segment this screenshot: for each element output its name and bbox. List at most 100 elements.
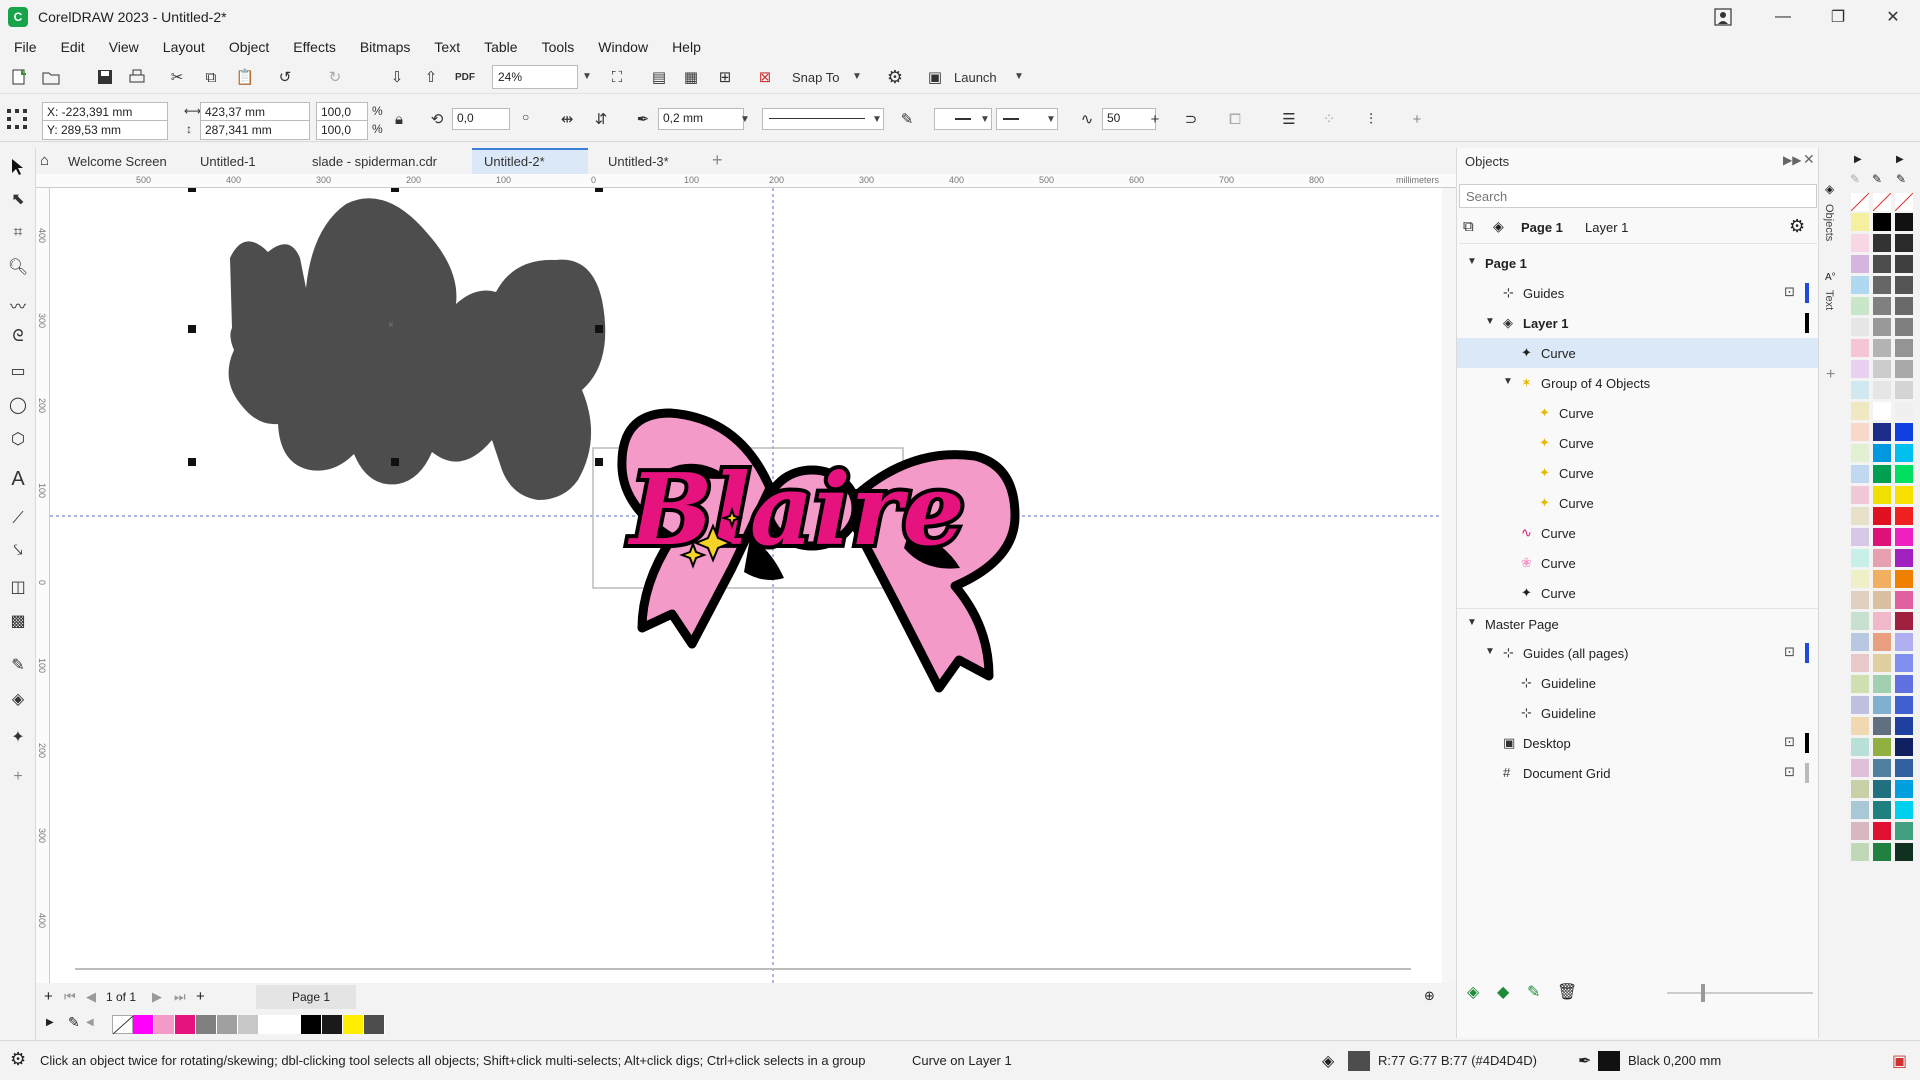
new-layer-icon[interactable]: ◈ <box>1467 982 1479 1002</box>
outline-width-chevron-down-icon[interactable]: ▼ <box>740 114 750 125</box>
expand-chevron-icon[interactable]: ▼ <box>1467 256 1477 267</box>
palette-color-swatch[interactable] <box>1894 212 1914 232</box>
expand-chevron-icon[interactable]: ▼ <box>1485 316 1495 327</box>
palette-color-swatch[interactable] <box>1850 401 1870 421</box>
menu-object[interactable]: Object <box>229 39 269 55</box>
palette-eyedropper-icon[interactable]: ✎ <box>1872 172 1882 186</box>
open-folder-icon[interactable] <box>38 64 64 90</box>
artistic-media-tool-icon[interactable]: ᘓ <box>5 324 31 350</box>
palette-color-swatch[interactable] <box>1850 695 1870 715</box>
palette-color-swatch[interactable] <box>1894 233 1914 253</box>
menu-bitmaps[interactable]: Bitmaps <box>360 39 411 55</box>
interactive-fill-tool-icon[interactable]: ◈ <box>5 686 31 712</box>
next-page-icon[interactable]: ▶ <box>152 989 162 1005</box>
export-icon[interactable]: ⇧ <box>418 64 444 90</box>
palette-color-swatch[interactable] <box>1894 611 1914 631</box>
palette-color-swatch[interactable] <box>1894 275 1914 295</box>
options-gear-icon[interactable]: ⚙ <box>882 64 908 90</box>
palette-color-swatch[interactable] <box>1894 569 1914 589</box>
palette-color-swatch[interactable] <box>1850 800 1870 820</box>
page-tab[interactable]: Page 1 <box>256 985 356 1009</box>
document-color-swatch[interactable] <box>343 1015 364 1034</box>
smoothing-plus-icon[interactable]: + <box>1142 106 1168 132</box>
publish-pdf-icon[interactable]: PDF <box>452 64 478 90</box>
document-color-swatch[interactable] <box>322 1015 343 1034</box>
print-icon[interactable] <box>124 64 150 90</box>
palette-color-swatch[interactable] <box>1894 821 1914 841</box>
parallel-dimension-tool-icon[interactable]: ⟋ <box>5 506 31 532</box>
tree-item-document-grid[interactable]: # Document Grid ⊡ <box>1457 758 1819 788</box>
pick-tool-icon[interactable] <box>5 154 31 180</box>
palette-color-swatch[interactable] <box>1872 275 1892 295</box>
minimize-button[interactable]: — <box>1760 4 1806 30</box>
add-page-before-icon[interactable]: + <box>44 988 53 1005</box>
palette-color-swatch[interactable] <box>1850 674 1870 694</box>
wrap-text-icon[interactable]: ☰ <box>1276 106 1302 132</box>
end-arrowhead-chevron-down-icon[interactable]: ▼ <box>1046 114 1056 125</box>
import-icon[interactable]: ⇩ <box>384 64 410 90</box>
object-origin-icon[interactable] <box>4 106 30 132</box>
palette-color-swatch[interactable] <box>1894 464 1914 484</box>
palette-color-swatch[interactable] <box>1850 233 1870 253</box>
palette-color-swatch[interactable] <box>1872 758 1892 778</box>
palette-color-swatch[interactable] <box>1872 233 1892 253</box>
copy-icon[interactable]: ⧉ <box>198 64 224 90</box>
new-tab-plus-icon[interactable]: + <box>712 150 723 171</box>
eyedropper-tool-icon[interactable]: ✎ <box>5 652 31 678</box>
thumbnail-size-handle[interactable] <box>1701 984 1705 1002</box>
palette-color-swatch[interactable] <box>1894 296 1914 316</box>
add-docker-icon[interactable]: + <box>1826 366 1835 384</box>
status-settings-gear-icon[interactable]: ⚙ <box>10 1049 26 1070</box>
palette-arrow-icon[interactable]: ▶ <box>1854 154 1862 165</box>
palette-color-swatch[interactable] <box>1872 485 1892 505</box>
thumbnail-size-slider[interactable] <box>1667 992 1813 994</box>
document-color-swatch[interactable] <box>217 1015 238 1034</box>
tab-slade-spiderman[interactable]: slade - spiderman.cdr <box>300 148 449 174</box>
no-color-swatch[interactable] <box>1872 192 1892 212</box>
palette-color-swatch[interactable] <box>1850 821 1870 841</box>
outline-color-swatch[interactable] <box>1598 1051 1620 1071</box>
palette-color-swatch[interactable] <box>1850 464 1870 484</box>
palette-color-swatch[interactable] <box>1872 842 1892 862</box>
palette-color-swatch[interactable] <box>1850 737 1870 757</box>
launch-dropdown[interactable]: Launch <box>954 70 997 85</box>
tree-item-page-1[interactable]: ▼ Page 1 <box>1457 248 1819 278</box>
smart-fill-tool-icon[interactable]: ✦ <box>5 724 31 750</box>
outline-width-field[interactable]: 0,2 mm <box>658 108 744 130</box>
drawing-canvas[interactable]: × Blaire <box>50 188 1442 983</box>
outline-pen-icon[interactable]: ✒ <box>630 106 656 132</box>
palette-color-swatch[interactable] <box>1850 842 1870 862</box>
palette-color-swatch[interactable] <box>1872 296 1892 316</box>
close-button[interactable]: ✕ <box>1870 4 1916 30</box>
expand-chevron-icon[interactable]: ▼ <box>1503 376 1513 387</box>
document-color-swatch[interactable] <box>280 1015 301 1034</box>
palette-color-swatch[interactable] <box>1850 212 1870 232</box>
palette-color-swatch[interactable] <box>1850 296 1870 316</box>
show-rulers-icon[interactable]: ▤ <box>646 64 672 90</box>
palette-color-swatch[interactable] <box>1872 212 1892 232</box>
expand-chevron-icon[interactable]: ▼ <box>1467 617 1477 628</box>
palette-color-swatch[interactable] <box>1894 506 1914 526</box>
palette-color-swatch[interactable] <box>1850 254 1870 274</box>
show-guidelines-icon[interactable]: ⊞ <box>712 64 738 90</box>
palette-color-swatch[interactable] <box>1872 380 1892 400</box>
horizontal-ruler[interactable]: 500 400 300 200 100 0 100 200 300 400 50… <box>36 174 1456 188</box>
layer-color-indicator[interactable] <box>1805 283 1809 303</box>
palette-color-swatch[interactable] <box>1894 254 1914 274</box>
menu-window[interactable]: Window <box>598 39 648 55</box>
menu-effects[interactable]: Effects <box>293 39 336 55</box>
palette-color-swatch[interactable] <box>1872 779 1892 799</box>
transparency-tool-icon[interactable]: ▩ <box>5 608 31 634</box>
palette-color-swatch[interactable] <box>1872 548 1892 568</box>
palette-eyedropper-icon[interactable]: ✎ <box>1896 172 1906 186</box>
palette-color-swatch[interactable] <box>1872 254 1892 274</box>
y-position-field[interactable]: Y: 289,53 mm <box>42 120 168 140</box>
palette-color-swatch[interactable] <box>1850 275 1870 295</box>
palette-color-swatch[interactable] <box>1894 443 1914 463</box>
fill-bucket-icon[interactable]: ◈ <box>1322 1051 1334 1071</box>
palette-scroll-left-icon[interactable]: ◀ <box>86 1017 94 1028</box>
shape-tool-icon[interactable]: ⬉ <box>5 186 31 212</box>
delete-trash-icon[interactable]: 🗑︎ <box>1557 982 1577 1002</box>
first-page-icon[interactable]: ⏮ <box>64 989 76 1005</box>
align-distribute-icon[interactable]: ⫶ <box>1358 106 1384 132</box>
